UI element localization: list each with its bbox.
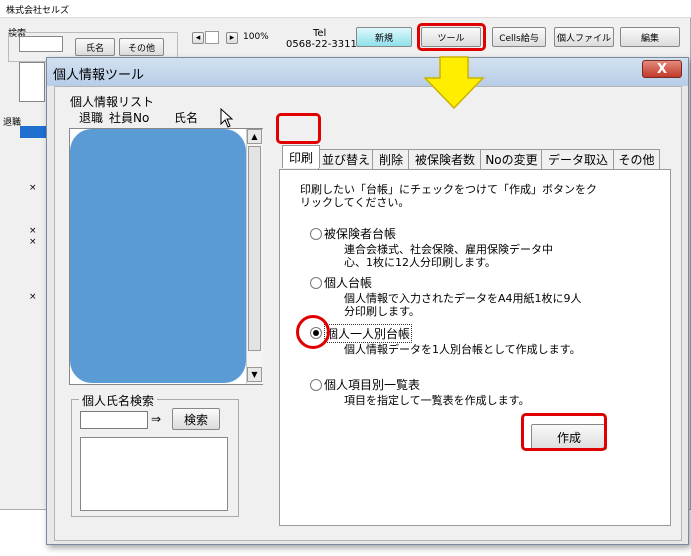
option-item-list-label[interactable]: 個人項目別一覧表 xyxy=(324,376,420,393)
column-employee-no: 社員No xyxy=(109,111,150,125)
name-search-legend: 個人氏名検索 xyxy=(79,392,158,409)
option-insured-ledger-desc2: 心、1枚に12人分印刷します。 xyxy=(344,256,496,269)
personal-info-tool-dialog: 個人情報ツール X 個人情報リスト 退職 社員No 氏名 ▲ ▼ 個人氏名検索 … xyxy=(46,57,689,545)
retire-mark: × xyxy=(29,292,37,302)
scroll-up-icon[interactable]: ▲ xyxy=(247,129,262,144)
scroll-down-icon[interactable]: ▼ xyxy=(247,367,262,382)
column-retire: 退職 xyxy=(79,111,104,125)
tab-other[interactable]: その他 xyxy=(613,149,660,169)
name-search-input[interactable] xyxy=(80,411,148,429)
personal-info-list[interactable]: ▲ ▼ xyxy=(69,128,263,385)
prev-arrow-icon[interactable]: ◂ xyxy=(192,32,204,44)
option-insured-ledger-desc1: 連合会様式、社会保険、雇用保険データ中 xyxy=(344,243,553,256)
print-tab-panel: 印刷したい「台帳」にチェックをつけて「作成」ボタンをク リックしてください。 被… xyxy=(279,169,671,526)
close-icon[interactable]: X xyxy=(642,60,682,78)
next-arrow-icon[interactable]: ▸ xyxy=(226,32,238,44)
dialog-body: 個人情報リスト 退職 社員No 氏名 ▲ ▼ 個人氏名検索 ⇒ 検索 印刷 並び… xyxy=(54,86,682,541)
personal-info-list-label: 個人情報リスト xyxy=(70,95,155,109)
zoom-box[interactable] xyxy=(205,31,219,44)
tel-label: Tel xyxy=(313,28,327,39)
option-personal-ledger-label[interactable]: 個人台帳 xyxy=(324,274,372,291)
scroll-thumb[interactable] xyxy=(248,146,261,351)
print-tab-highlight xyxy=(276,113,321,144)
radio-highlight-circle xyxy=(296,315,330,349)
print-instruction-line2: リックしてください。 xyxy=(300,196,410,209)
main-window-title: 株式会社セルズ xyxy=(6,6,70,16)
retire-column-header: 退職 xyxy=(3,118,22,128)
option-personal-ledger-desc1: 個人情報で入力されたデータをA4用紙1枚に9人 xyxy=(344,292,582,305)
option-item-list-desc1: 項目を指定して一覧表を作成します。 xyxy=(344,394,530,407)
tel-number: 0568-22-3311 xyxy=(286,39,357,50)
arrow-right-icon: ⇒ xyxy=(151,412,162,426)
search-result-list[interactable] xyxy=(80,437,228,511)
option-individual-ledger-desc1: 個人情報データを1人別台帳として作成します。 xyxy=(344,343,581,356)
tab-no-change[interactable]: Noの変更 xyxy=(480,149,543,169)
radio-personal-ledger[interactable] xyxy=(310,277,322,289)
print-instruction-line1: 印刷したい「台帳」にチェックをつけて「作成」ボタンをク xyxy=(300,183,597,196)
main-window-titlebar: 株式会社セルズ xyxy=(0,0,691,18)
photo-box xyxy=(19,62,45,102)
column-name: 氏名 xyxy=(174,111,199,125)
cells-salary-button[interactable]: Cells給与 xyxy=(492,27,546,47)
retire-mark: × xyxy=(29,237,37,247)
tab-print[interactable]: 印刷 xyxy=(282,145,320,168)
create-button-highlight xyxy=(521,413,607,451)
option-personal-ledger-desc2: 分印刷します。 xyxy=(344,305,420,318)
mouse-cursor-icon xyxy=(220,108,234,128)
dialog-title: 個人情報ツール xyxy=(53,68,145,83)
radio-insured-ledger[interactable] xyxy=(310,228,322,240)
dialog-titlebar: 個人情報ツール X xyxy=(47,58,688,86)
list-scrollbar[interactable]: ▲ ▼ xyxy=(246,129,263,384)
name-button[interactable]: 氏名 xyxy=(75,38,115,56)
new-button[interactable]: 新規 xyxy=(356,27,412,47)
redacted-list-content xyxy=(70,129,246,383)
search-button[interactable]: 検索 xyxy=(172,408,220,430)
personal-file-button[interactable]: 個人ファイル xyxy=(554,27,614,47)
tool-button-highlight xyxy=(417,23,486,51)
edit-button[interactable]: 編集 xyxy=(620,27,680,47)
zoom-level: 100% xyxy=(243,32,269,42)
tab-delete[interactable]: 削除 xyxy=(372,149,410,169)
radio-item-list[interactable] xyxy=(310,379,322,391)
other-button[interactable]: その他 xyxy=(119,38,164,56)
tab-data-import[interactable]: データ取込 xyxy=(541,149,615,169)
option-insured-ledger-label[interactable]: 被保険者台帳 xyxy=(324,225,396,242)
retire-mark: × xyxy=(29,226,37,236)
tab-sort[interactable]: 並び替え xyxy=(318,149,374,169)
option-individual-ledger-label[interactable]: 個人一人別台帳 xyxy=(324,324,413,343)
tab-insured-count[interactable]: 被保険者数 xyxy=(408,149,482,169)
retire-mark: × xyxy=(29,183,37,193)
selected-row[interactable] xyxy=(20,126,46,138)
yellow-arrow-icon xyxy=(423,56,485,110)
